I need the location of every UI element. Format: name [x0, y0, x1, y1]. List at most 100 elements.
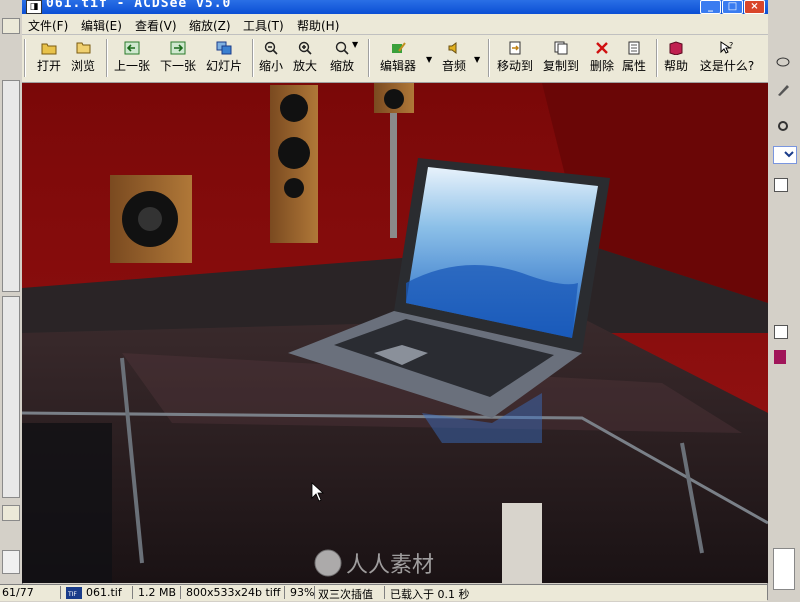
- tiff-file-icon: TIF: [66, 587, 82, 599]
- status-dimensions: 800x533x24b tiff: [186, 586, 281, 599]
- whats-this-label: 这是什么?: [699, 59, 755, 73]
- arrow-right-icon: [170, 41, 186, 55]
- status-zoom: 93%: [290, 586, 315, 599]
- box-under-table: [502, 503, 542, 583]
- toolbar: 打开 浏览 上一张 下一张 幻灯片 缩小 放大 缩放 ▼ 编辑器 ▼ 音频 ▼: [22, 35, 768, 83]
- next-image-label: 下一张: [159, 59, 196, 73]
- speaker-cone: [138, 207, 162, 231]
- background-app-panel: [2, 18, 20, 34]
- status-separator: [284, 586, 285, 599]
- menu-view[interactable]: 查看(V): [135, 17, 177, 34]
- image-viewer[interactable]: 人人素材: [22, 83, 768, 583]
- zoom-in-icon: [298, 41, 312, 55]
- audio-label: 音频: [441, 59, 466, 73]
- menu-zoom[interactable]: 缩放(Z): [189, 17, 231, 34]
- editor-button[interactable]: 编辑器: [378, 39, 418, 74]
- properties-label: 属性: [621, 59, 646, 73]
- close-button[interactable]: ×: [744, 0, 765, 14]
- move-to-label: 移动到: [496, 59, 533, 73]
- watermark-text: 人人素材: [346, 553, 434, 578]
- audio-button[interactable]: 音频: [438, 39, 470, 74]
- open-label: 打开: [36, 59, 61, 73]
- move-to-button[interactable]: 移动到: [494, 39, 536, 74]
- editor-icon: [392, 42, 406, 53]
- background-app-panel: [2, 296, 20, 498]
- zoom-label: 缩放: [329, 59, 354, 73]
- browse-folder-icon: [76, 42, 91, 54]
- menu-edit[interactable]: 编辑(E): [81, 17, 122, 34]
- toolbar-separator: [488, 39, 490, 77]
- delete-button[interactable]: 删除: [588, 39, 616, 74]
- speaker-cone: [278, 137, 310, 169]
- copy-to-button[interactable]: 复制到: [540, 39, 582, 74]
- prev-image-label: 上一张: [113, 59, 150, 73]
- status-bar: 61/77 TIF 061.tif 1.2 MB 800x533x24b tif…: [0, 584, 767, 601]
- zoom-out-label: 缩小: [258, 59, 283, 73]
- slideshow-button[interactable]: 幻灯片: [204, 39, 244, 74]
- watermark: 人人素材: [314, 549, 434, 578]
- zoom-in-button[interactable]: 放大: [292, 39, 318, 74]
- background-app-panel: [2, 550, 20, 574]
- background-app-panel: [773, 548, 795, 590]
- table-shadow: [22, 423, 112, 583]
- maximize-button[interactable]: □: [722, 0, 743, 14]
- toolbar-separator: [106, 39, 108, 77]
- background-app-swatch: [774, 350, 786, 364]
- speaker-stand: [390, 113, 397, 238]
- properties-button[interactable]: 属性: [620, 39, 648, 74]
- editor-dropdown-arrow[interactable]: ▼: [426, 55, 432, 64]
- lasso-icon: [776, 57, 790, 67]
- minimize-button[interactable]: _: [700, 0, 721, 14]
- audio-dropdown-arrow[interactable]: ▼: [474, 55, 480, 64]
- prev-image-button[interactable]: 上一张: [112, 39, 152, 74]
- arrow-left-icon: [124, 41, 140, 55]
- menu-file[interactable]: 文件(F): [28, 17, 68, 34]
- background-app-right-strip: [767, 0, 800, 600]
- browse-label: 浏览: [70, 59, 95, 73]
- status-separator: [180, 586, 181, 599]
- speaker-cone: [280, 94, 308, 122]
- background-app-dropdown: [773, 146, 797, 164]
- background-app-panel: [2, 80, 20, 292]
- delete-x-icon: [596, 42, 608, 54]
- status-image-index: 61/77: [2, 586, 34, 599]
- watermark-logo-icon: [314, 549, 342, 577]
- menu-help[interactable]: 帮助(H): [297, 17, 339, 34]
- displayed-image: 人人素材: [22, 83, 768, 583]
- zoom-out-button[interactable]: 缩小: [258, 39, 284, 74]
- magnifier-icon: [335, 41, 349, 55]
- slideshow-icon: [216, 41, 232, 55]
- help-button[interactable]: 帮助: [662, 39, 690, 74]
- folder-open-icon: [41, 43, 57, 55]
- toolbar-grip: [24, 39, 26, 77]
- menu-tools[interactable]: 工具(T): [243, 17, 284, 34]
- delete-label: 删除: [589, 59, 614, 73]
- zoom-dropdown-arrow[interactable]: ▼: [352, 40, 358, 49]
- speaker-icon: [448, 42, 457, 54]
- speaker-cone: [384, 89, 404, 109]
- svg-text:TIF: TIF: [67, 591, 77, 598]
- help-book-icon: [669, 41, 683, 55]
- status-separator: [384, 586, 385, 599]
- background-app-scroll-arrow: [2, 505, 20, 521]
- status-separator: [314, 586, 315, 599]
- svg-text:?: ?: [729, 41, 733, 50]
- acdsee-icon: ◨: [26, 0, 42, 14]
- next-image-button[interactable]: 下一张: [158, 39, 198, 74]
- editor-label: 编辑器: [379, 59, 416, 73]
- copy-to-label: 复制到: [542, 59, 579, 73]
- move-to-icon: [509, 41, 521, 55]
- zoom-in-label: 放大: [292, 59, 317, 73]
- window-title: 061.tif - ACDSee v5.0: [46, 0, 232, 11]
- gear-icon: [778, 121, 788, 131]
- zoom-out-icon: [264, 41, 278, 55]
- browse-button[interactable]: 浏览: [68, 39, 98, 74]
- whats-this-button[interactable]: ? 这是什么?: [698, 39, 756, 74]
- status-filename: 061.tif: [86, 586, 122, 599]
- menu-bar: 文件(F) 编辑(E) 查看(V) 缩放(Z) 工具(T) 帮助(H): [22, 14, 768, 35]
- copy-to-icon: [554, 41, 568, 55]
- open-button[interactable]: 打开: [34, 39, 64, 74]
- status-separator: [132, 586, 133, 599]
- title-bar[interactable]: ◨ 061.tif - ACDSee v5.0 _ □ ×: [22, 0, 768, 14]
- slideshow-label: 幻灯片: [205, 59, 242, 73]
